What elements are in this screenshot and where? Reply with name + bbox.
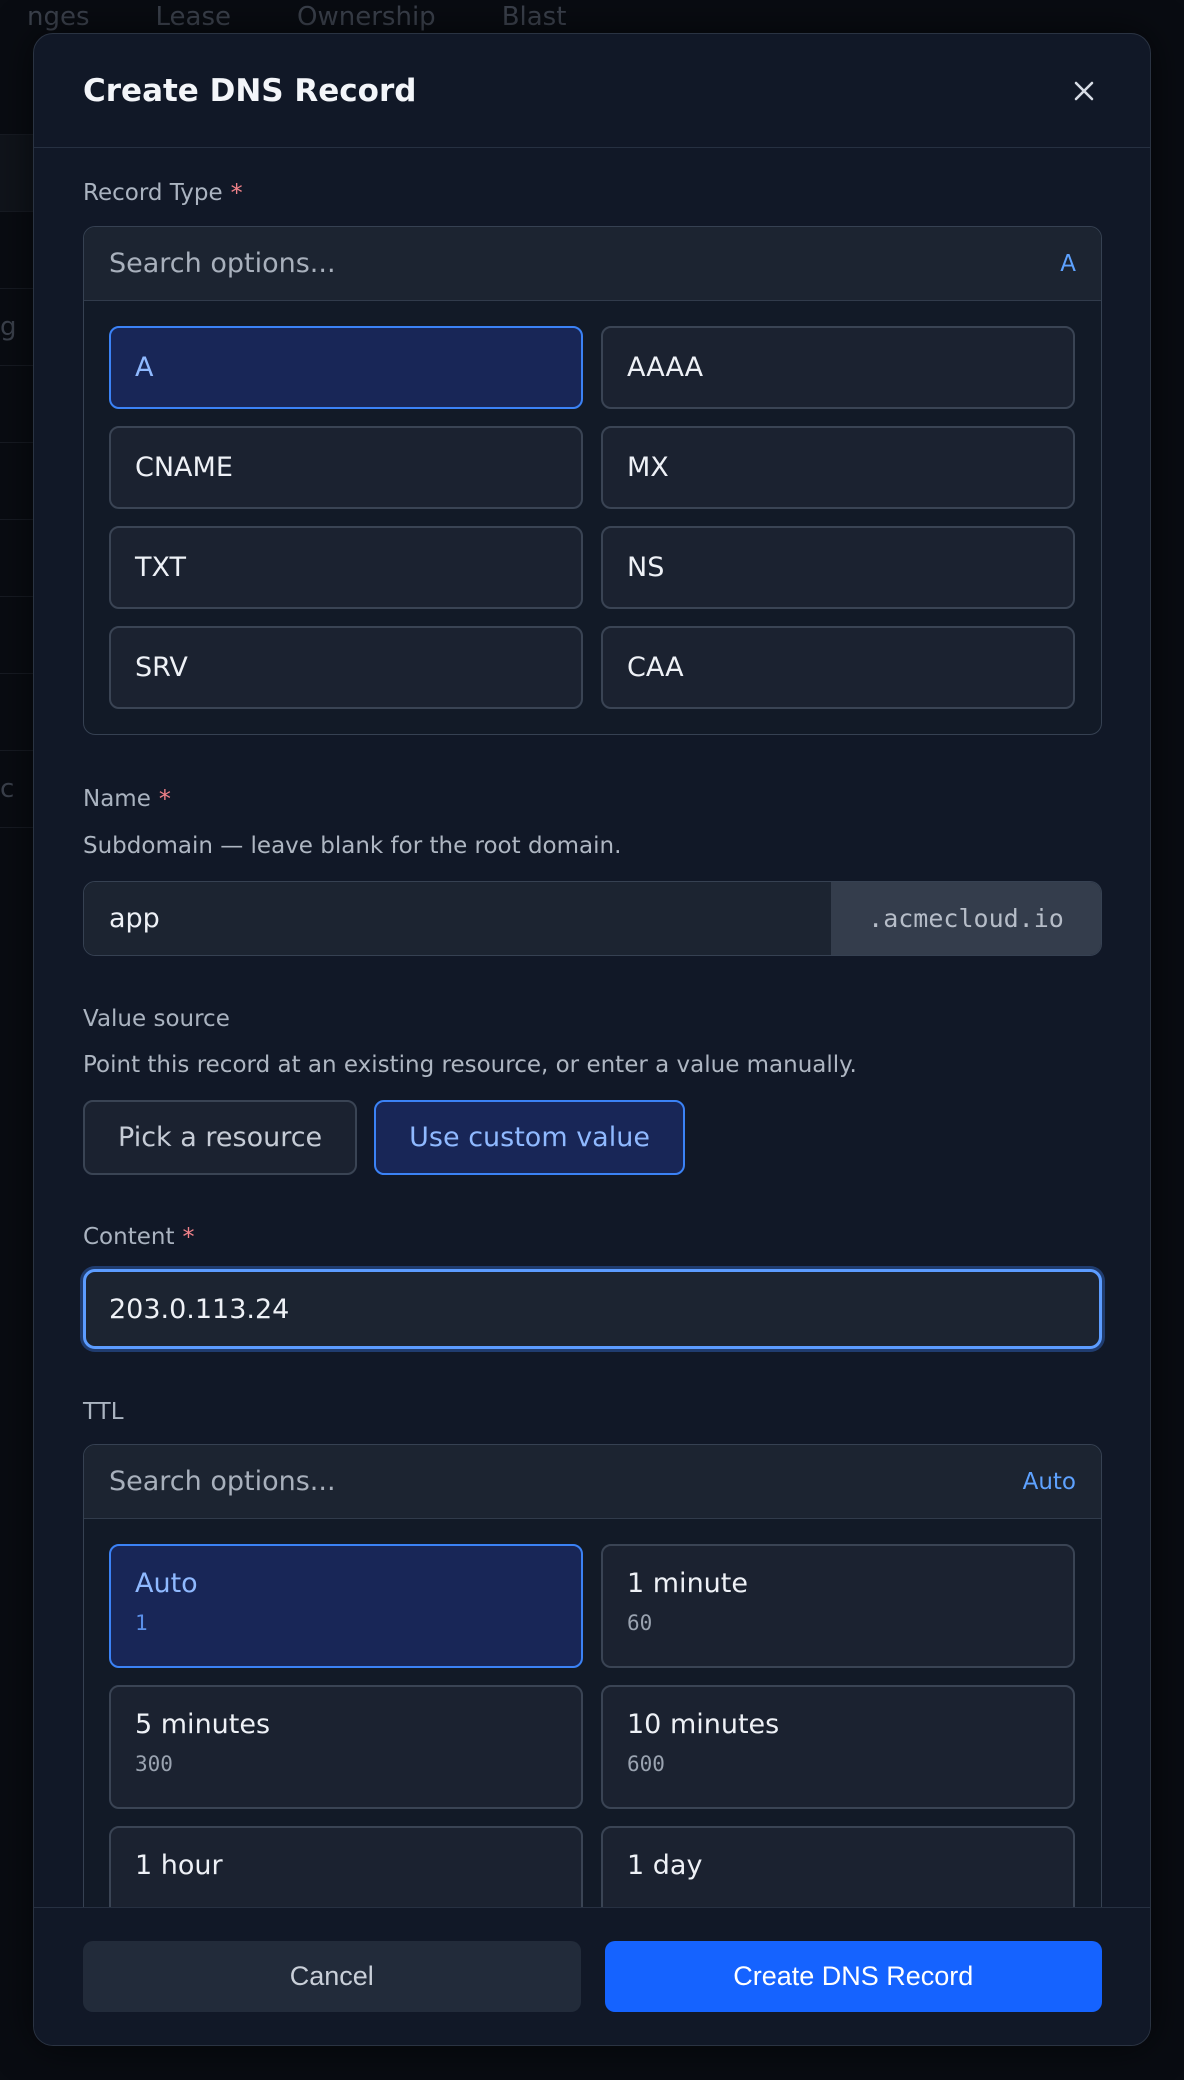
- ttl-option-seconds: 600: [627, 1752, 665, 1776]
- record-type-option-aaaa[interactable]: AAAA: [601, 326, 1075, 409]
- value-source-help-text: Point this record at an existing resourc…: [83, 1052, 857, 1078]
- content-label: Content *: [83, 1223, 1102, 1251]
- ttl-label-text: TTL: [83, 1399, 124, 1425]
- record-type-option-caa[interactable]: CAA: [601, 626, 1075, 709]
- ttl-option-auto[interactable]: Auto 1: [109, 1544, 583, 1668]
- ttl-picker: Auto Auto 1 1 minute 60 5 minutes 300 10…: [83, 1444, 1102, 1941]
- ttl-options: Auto 1 1 minute 60 5 minutes 300 10 minu…: [84, 1519, 1101, 1941]
- record-type-selected-value: A: [1060, 250, 1076, 277]
- ttl-option-label: 1 minute: [627, 1568, 748, 1599]
- record-type-option-txt[interactable]: TXT: [109, 526, 583, 609]
- record-type-search-bar: A: [84, 227, 1101, 301]
- create-dns-record-button[interactable]: Create DNS Record: [604, 1941, 1102, 2012]
- name-label-text: Name: [83, 786, 151, 812]
- record-type-search-input[interactable]: [109, 248, 809, 279]
- record-type-option-ns[interactable]: NS: [601, 526, 1075, 609]
- content-input[interactable]: [109, 1293, 1076, 1325]
- use-custom-value-button[interactable]: Use custom value: [374, 1100, 685, 1175]
- ttl-selected-value: Auto: [1022, 1468, 1076, 1495]
- ttl-option-label: 5 minutes: [135, 1709, 271, 1740]
- close-button[interactable]: [1068, 75, 1100, 107]
- ttl-option-label: 1 day: [627, 1850, 703, 1881]
- required-marker: *: [182, 1223, 195, 1251]
- ttl-option-label: 1 hour: [135, 1850, 223, 1881]
- name-label: Name *: [83, 785, 1102, 813]
- dialog-title: Create DNS Record: [83, 72, 417, 109]
- name-help-text: Subdomain — leave blank for the root dom…: [83, 833, 622, 859]
- ttl-option-seconds: 1: [135, 1611, 148, 1635]
- domain-suffix: .acmecloud.io: [831, 882, 1101, 955]
- record-type-options: A AAAA CNAME MX TXT NS SRV CAA: [84, 301, 1101, 734]
- dialog-body: Record Type * A A AAAA CNAME MX TXT NS S…: [34, 149, 1150, 1941]
- value-source-label: Value source: [83, 1006, 1102, 1032]
- record-type-label: Record Type *: [83, 179, 1102, 207]
- pick-resource-button[interactable]: Pick a resource: [83, 1100, 358, 1175]
- ttl-search-bar: Auto: [84, 1445, 1101, 1519]
- name-input[interactable]: [84, 882, 831, 955]
- record-type-option-cname[interactable]: CNAME: [109, 426, 583, 509]
- content-label-text: Content: [83, 1224, 175, 1250]
- record-type-option-a[interactable]: A: [109, 326, 583, 409]
- close-icon: [1074, 81, 1094, 100]
- cancel-button[interactable]: Cancel: [83, 1941, 581, 2012]
- ttl-option-1-minute[interactable]: 1 minute 60: [601, 1544, 1075, 1668]
- ttl-option-seconds: 60: [627, 1611, 653, 1635]
- ttl-option-5-minutes[interactable]: 5 minutes 300: [109, 1685, 583, 1809]
- ttl-option-10-minutes[interactable]: 10 minutes 600: [601, 1685, 1075, 1809]
- required-marker: *: [158, 785, 171, 813]
- name-field-group: .acmecloud.io: [83, 881, 1102, 956]
- ttl-option-seconds: 300: [135, 1752, 173, 1776]
- ttl-option-label: 10 minutes: [627, 1709, 780, 1740]
- create-dns-record-dialog: Create DNS Record Record Type * A A AAAA…: [33, 33, 1151, 2046]
- ttl-option-label: Auto: [135, 1568, 198, 1599]
- required-marker: *: [230, 179, 243, 207]
- record-type-option-srv[interactable]: SRV: [109, 626, 583, 709]
- ttl-label: TTL: [83, 1399, 1102, 1425]
- record-type-option-mx[interactable]: MX: [601, 426, 1075, 509]
- dialog-header: Create DNS Record: [34, 34, 1150, 148]
- value-source-label-text: Value source: [83, 1006, 230, 1032]
- dialog-footer: Cancel Create DNS Record: [34, 1907, 1150, 2045]
- record-type-label-text: Record Type: [83, 180, 223, 206]
- record-type-picker: A A AAAA CNAME MX TXT NS SRV CAA: [83, 226, 1102, 735]
- ttl-search-input[interactable]: [109, 1466, 809, 1497]
- value-source-toggle: Pick a resource Use custom value: [83, 1100, 1102, 1175]
- content-field: [83, 1269, 1102, 1349]
